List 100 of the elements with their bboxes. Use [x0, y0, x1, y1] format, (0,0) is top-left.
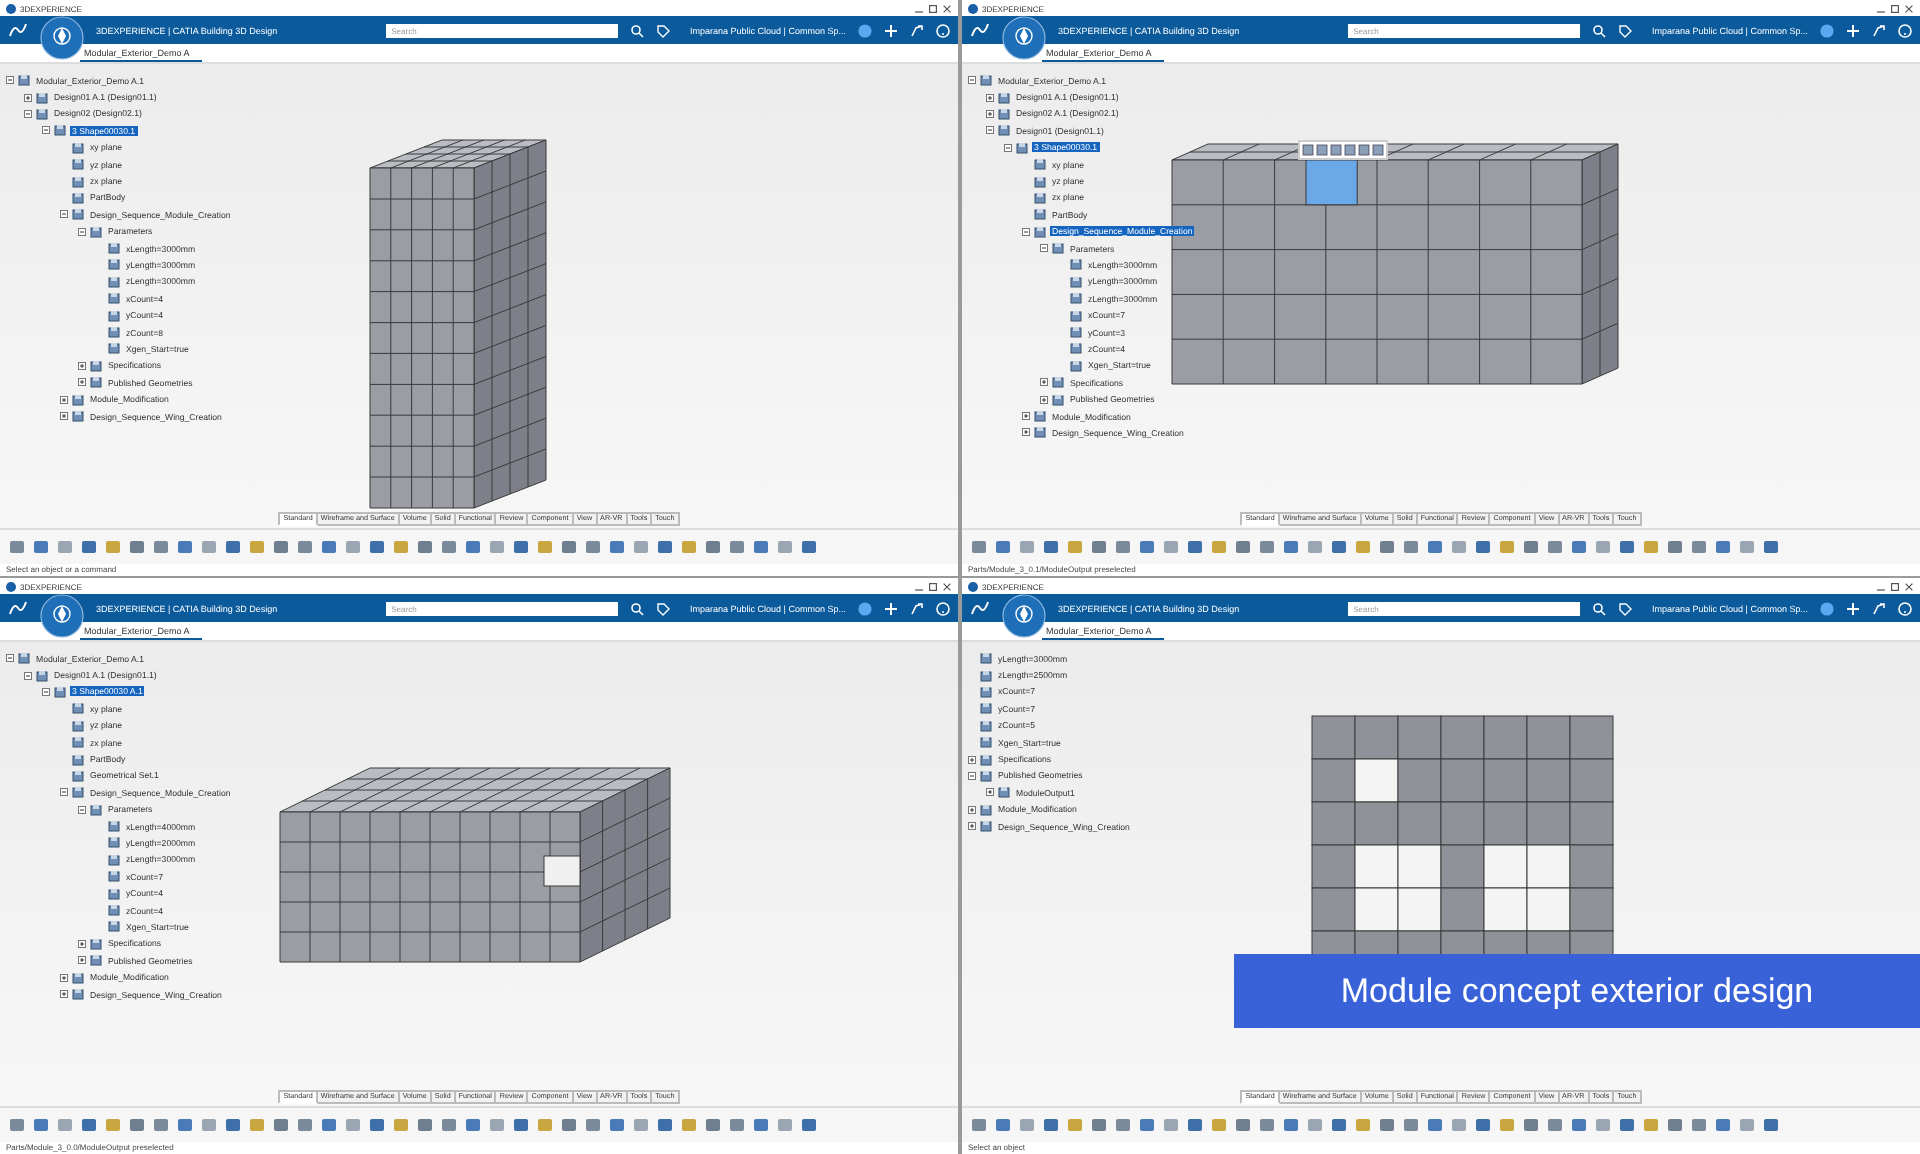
close-icon[interactable] [1904, 3, 1914, 13]
expand-icon[interactable] [78, 361, 86, 370]
app-icon [968, 581, 978, 591]
help-icon[interactable] [936, 23, 950, 37]
tag-icon[interactable] [1617, 601, 1632, 615]
expand-icon[interactable] [986, 93, 994, 102]
collapse-icon[interactable] [1004, 143, 1012, 152]
node-icon [36, 669, 48, 682]
collapse-icon[interactable] [1022, 227, 1030, 236]
search-icon[interactable] [629, 23, 644, 37]
collapse-icon[interactable] [42, 687, 50, 696]
node-icon [108, 870, 120, 883]
share-icon[interactable] [1872, 601, 1886, 615]
compass-icon[interactable] [40, 594, 84, 638]
node-icon [1016, 141, 1028, 154]
collapse-icon[interactable] [60, 210, 68, 219]
expand-icon[interactable] [60, 395, 68, 404]
node-icon [72, 769, 84, 782]
expand-icon[interactable] [60, 412, 68, 420]
share-icon[interactable] [910, 601, 924, 615]
node-icon [1070, 292, 1082, 305]
expand-icon[interactable] [78, 956, 86, 965]
collapse-icon[interactable] [78, 805, 86, 814]
help-icon[interactable] [1898, 23, 1912, 37]
plus-icon[interactable] [1846, 601, 1860, 615]
tag-icon[interactable] [1617, 23, 1632, 37]
expand-icon[interactable] [1022, 412, 1030, 420]
expand-icon[interactable] [60, 973, 68, 982]
node-icon [1034, 175, 1046, 188]
search-icon[interactable] [629, 601, 644, 615]
compass-icon[interactable] [1002, 594, 1046, 638]
node-icon [72, 191, 84, 204]
expand-icon[interactable] [1040, 378, 1048, 387]
collapse-icon[interactable] [6, 654, 14, 663]
search-icon[interactable] [1591, 601, 1606, 615]
collapse-icon[interactable] [24, 109, 32, 118]
expand-icon[interactable] [1022, 428, 1030, 437]
expand-icon[interactable] [78, 939, 86, 948]
user-avatar-icon[interactable] [858, 23, 872, 37]
expand-icon[interactable] [968, 805, 976, 814]
share-icon[interactable] [1872, 23, 1886, 37]
expand-icon[interactable] [60, 990, 68, 998]
plus-icon[interactable] [884, 601, 898, 615]
node-icon [1034, 158, 1046, 171]
node-icon [980, 702, 992, 715]
expand-icon[interactable] [78, 378, 86, 387]
help-icon[interactable] [936, 601, 950, 615]
expand-icon[interactable] [1040, 395, 1048, 404]
share-icon[interactable] [910, 23, 924, 37]
tag-icon[interactable] [655, 23, 670, 37]
node-icon [1070, 309, 1082, 322]
user-avatar-icon[interactable] [858, 601, 872, 615]
node-icon [980, 74, 992, 87]
node-icon [108, 853, 120, 866]
plus-icon[interactable] [1846, 23, 1860, 37]
collapse-icon[interactable] [6, 76, 14, 85]
plus-icon[interactable] [884, 23, 898, 37]
maximize-icon[interactable] [1890, 3, 1900, 13]
maximize-icon[interactable] [928, 3, 938, 13]
node-icon [108, 242, 120, 255]
user-avatar-icon[interactable] [1820, 23, 1834, 37]
collapse-icon[interactable] [1040, 244, 1048, 253]
node-icon [90, 359, 102, 372]
close-icon[interactable] [942, 3, 952, 13]
maximize-icon[interactable] [928, 581, 938, 591]
collapse-icon[interactable] [60, 788, 68, 797]
expand-icon[interactable] [968, 822, 976, 831]
node-icon [1034, 208, 1046, 221]
compass-icon[interactable] [40, 16, 84, 60]
search-icon[interactable] [1591, 23, 1606, 37]
node-icon [90, 803, 102, 816]
node-icon [72, 141, 84, 154]
node-icon [1052, 376, 1064, 389]
expand-icon[interactable] [986, 788, 994, 797]
collapse-icon[interactable] [42, 126, 50, 135]
collapse-icon[interactable] [968, 76, 976, 85]
user-avatar-icon[interactable] [1820, 601, 1834, 615]
maximize-icon[interactable] [1890, 581, 1900, 591]
close-icon[interactable] [1904, 581, 1914, 591]
tag-icon[interactable] [655, 601, 670, 615]
collapse-icon[interactable] [78, 227, 86, 236]
app-icon [6, 3, 16, 13]
help-icon[interactable] [1898, 601, 1912, 615]
node-icon [1070, 275, 1082, 288]
collapse-icon[interactable] [986, 126, 994, 135]
node-icon [980, 820, 992, 833]
close-icon[interactable] [942, 581, 952, 591]
node-icon [108, 836, 120, 849]
collapse-icon[interactable] [24, 671, 32, 680]
collapse-icon[interactable] [968, 771, 976, 780]
expand-icon[interactable] [24, 93, 32, 102]
node-icon [980, 803, 992, 816]
expand-icon[interactable] [968, 755, 976, 764]
app-icon [6, 581, 16, 591]
node-icon [980, 685, 992, 698]
node-icon [72, 753, 84, 766]
node-icon [998, 124, 1010, 137]
expand-icon[interactable] [986, 109, 994, 118]
compass-icon[interactable] [1002, 16, 1046, 60]
brand-logo-icon [8, 600, 28, 616]
